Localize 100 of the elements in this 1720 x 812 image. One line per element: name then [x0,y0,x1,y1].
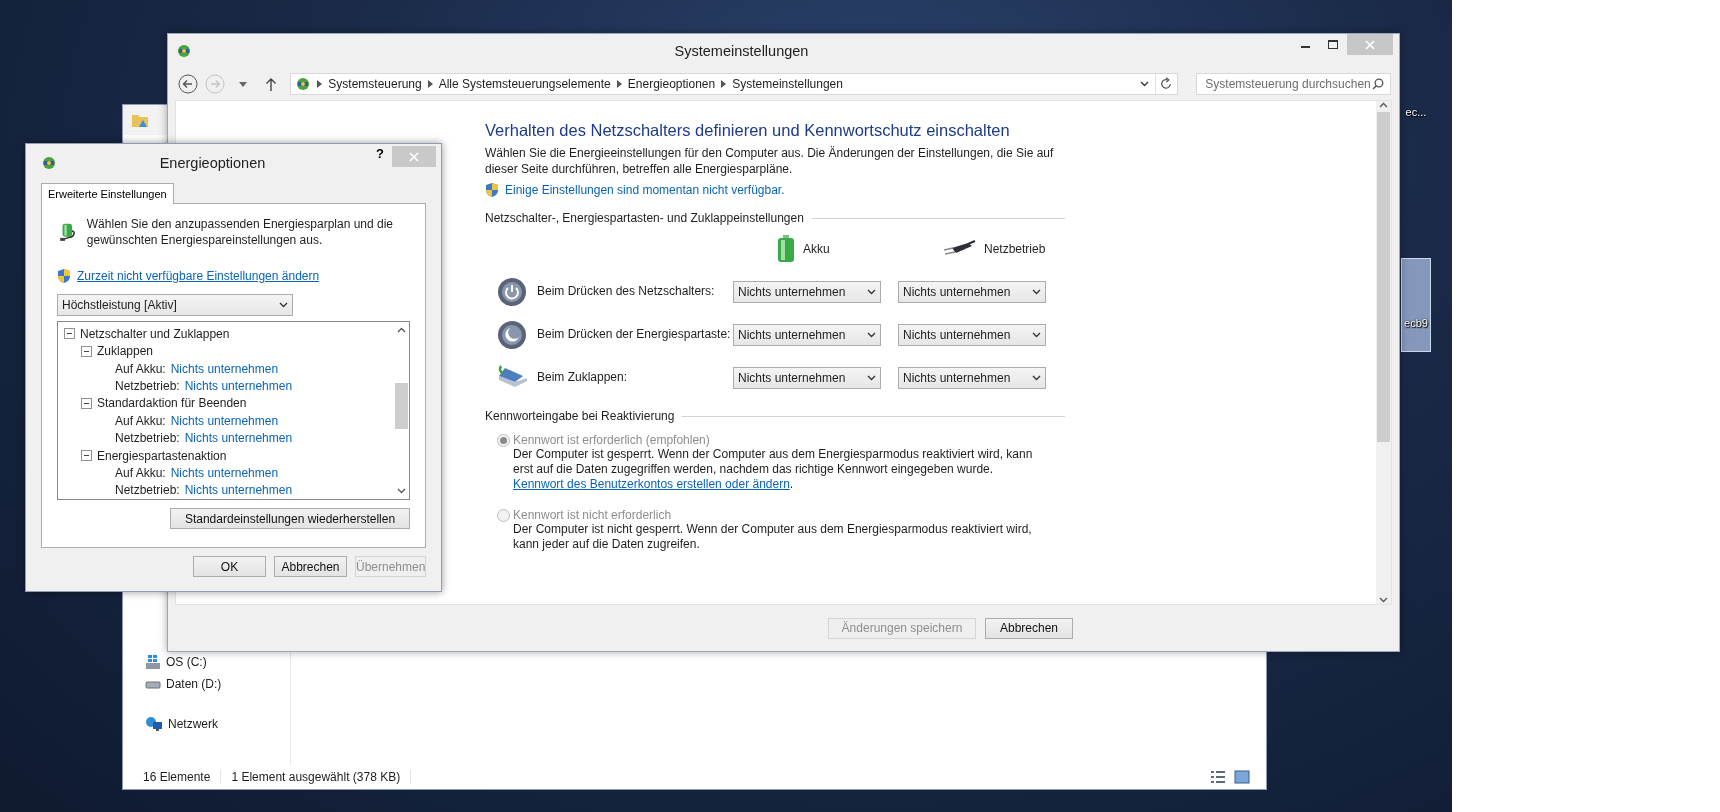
action-dropdown[interactable]: Nichts unternehmen [733,323,881,346]
control-panel-icon [41,155,57,171]
setting-label: Beim Drücken des Netzschalters: [537,284,715,299]
address-dropdown-icon [1140,81,1150,87]
option-description: Der Computer ist gesperrt. Wenn der Computer aus dem Energiesparmodus reaktiviert wird, kann erst auf die Daten zugegriffen werden, nachdem das richtige Kennwort eingegeben wurde. Kennwort des Benutzerkontos erstellen oder ändern. [513,447,1034,492]
setting-label: Beim Drücken der Energiespartaste: [537,327,731,342]
cancel-button[interactable]: Abbrechen [985,617,1073,639]
control-panel-icon [295,76,312,92]
tree-node[interactable]: Netzschalter und Zuklappen [64,325,393,343]
tree-node[interactable]: Standardaktion für Beenden [64,394,393,413]
setting-value[interactable]: Nichts unternehmen [184,431,293,446]
action-dropdown[interactable]: Nichts unternehmen [733,280,881,303]
setting-value[interactable]: Nichts unternehmen [184,378,293,393]
scrollbar[interactable] [1376,101,1391,604]
nav-item-label: Daten (D:) [166,677,222,691]
section-title: Kennworteingabe bei Reaktivierung [485,409,675,423]
action-dropdown[interactable]: Nichts unternehmen [898,280,1046,303]
address-bar[interactable]: Systemsteuerung Alle Systemsteuerungselemente Energieoptionen Systemeinstellungen [290,73,1179,95]
restore-defaults-button[interactable]: Standardeinstellungen wiederherstellen [170,508,410,529]
collapse-icon[interactable] [81,345,92,357]
scroll-up-icon[interactable] [1379,101,1388,110]
change-settings-link[interactable]: Zurzeit nicht verfügbare Einstellungen ändern [77,269,320,283]
nav-pane-item[interactable]: Daten (D:) [145,676,290,692]
dialog-button[interactable]: Abbrechen [274,556,347,577]
tree-setting[interactable]: Auf Akku: Nichts unternehmen [64,412,393,430]
section-title: Netzschalter-, Energiespartasten- und Zuklappeinstellungen [485,211,804,225]
setting-value[interactable]: Nichts unternehmen [170,361,279,376]
tree-node[interactable]: Energiespartastenaktion [64,446,393,465]
tree-setting[interactable]: Auf Akku: Nichts unternehmen [64,359,393,378]
setting-value[interactable]: Nichts unternehmen [170,465,279,480]
page-heading: Verhalten des Netzschalters definieren und Kennwortschutz einschalten [485,120,1011,141]
desktop-icon[interactable]: ec... [1401,98,1431,120]
action-dropdown[interactable]: Nichts unternehmen [898,366,1046,389]
search-field[interactable]: Systemsteuerung durchsuchen [1196,73,1392,95]
scrollbar-thumb[interactable] [394,383,408,429]
drive-icon [145,654,161,670]
collapse-icon[interactable] [81,397,92,409]
large-icons-view-icon [1234,770,1250,784]
setting-label: Beim Zuklappen: [537,370,628,385]
collapse-icon[interactable] [81,450,92,462]
setting-name: Netzbetrieb: [115,483,180,498]
dialog-title: Energieoptionen [158,155,267,171]
dialog-button[interactable]: OK [193,556,266,577]
shield-icon [485,182,499,198]
dialog-tab[interactable]: Erweiterte Einstellungen [41,183,174,204]
nav-item-label: Netzwerk [168,717,218,731]
plug-icon [942,240,976,258]
close-icon [1365,39,1375,50]
setting-name: Auf Akku: [115,413,166,428]
page-description: Wählen Sie die Energieeinstellungen für den Computer aus. Die Änderungen der Einstellungen, die Sie auf dieser Seite durchführen, betreffen alle Energiesparpläne. [485,145,1055,177]
setting-name: Netzbetrieb: [115,431,180,446]
breadcrumb-separator-icon [317,80,323,88]
scrollbar-thumb[interactable] [1377,112,1390,442]
tree-setting[interactable]: Netzbetrieb: Nichts unternehmen [64,377,393,395]
desktop-icon-label: ec... [1405,106,1427,118]
scroll-down-icon[interactable] [1379,595,1388,604]
tree-setting[interactable]: Netzbetrieb: Nichts unternehmen [64,481,393,500]
breadcrumb-item[interactable]: Systemsteuerung [328,77,422,91]
action-dropdown[interactable]: Nichts unternehmen [898,323,1046,346]
control-panel-icon [176,43,192,59]
network-icon [145,716,163,732]
scroll-down-icon[interactable] [396,486,406,495]
tree-node[interactable]: Zuklappen [64,342,393,360]
details-view-icon [1210,770,1226,784]
folder-icon [131,112,149,128]
breadcrumb-item[interactable]: Energieoptionen [627,77,716,91]
tree-setting[interactable]: Auf Akku: Nichts unternehmen [64,464,393,482]
option-description: Der Computer ist nicht gesperrt. Wenn der Computer aus dem Energiesparmodus reaktiviert wird, kann jeder auf die Daten zugreifen. [513,522,1033,552]
help-button[interactable]: ? [368,146,392,161]
scroll-up-icon[interactable] [396,326,406,335]
column-header: Akku [803,242,830,256]
tree-node-label: Zuklappen [97,344,154,359]
admin-settings-link[interactable]: Einige Einstellungen sind momentan nicht verfügbar. [505,183,785,197]
sleep-button-icon [497,319,527,350]
setting-name: Auf Akku: [115,361,166,376]
radio-label: Kennwort ist nicht erforderlich [513,508,672,522]
tree-node-label: Netzschalter und Zuklappen [80,326,230,341]
breadcrumb-separator-icon [721,80,727,88]
desktop-icon-label: ecb9 [1404,317,1428,329]
setting-value[interactable]: Nichts unternehmen [170,413,279,428]
breadcrumb-item[interactable]: Systemeinstellungen [732,77,843,91]
setting-name: Netzbetrieb: [115,378,180,393]
tree-setting[interactable]: Netzbetrieb: Nichts unternehmen [64,429,393,447]
power-button-icon [497,276,527,307]
action-dropdown[interactable]: Nichts unternehmen [733,366,881,389]
collapse-icon[interactable] [64,328,75,340]
window-title: Systemeinstellungen [673,43,810,59]
breadcrumb-separator-icon [616,80,622,88]
up-arrow-icon [264,77,277,91]
status-text: 1 Element ausgewählt (378 KB) [221,770,412,784]
breadcrumb-item[interactable]: Alle Systemsteuerungselemente [438,77,611,91]
search-icon [1372,78,1385,90]
back-button[interactable] [176,72,200,96]
setting-name: Auf Akku: [115,465,166,480]
nav-pane-item[interactable]: OS (C:) [145,654,290,670]
power-plan-dropdown[interactable]: Höchstleistung [Aktiv] [57,294,293,316]
column-header: Netzbetrieb [984,242,1046,256]
setting-value[interactable]: Nichts unternehmen [184,483,293,498]
nav-pane-item[interactable]: Netzwerk [145,716,290,732]
maximize-icon [1328,40,1338,49]
